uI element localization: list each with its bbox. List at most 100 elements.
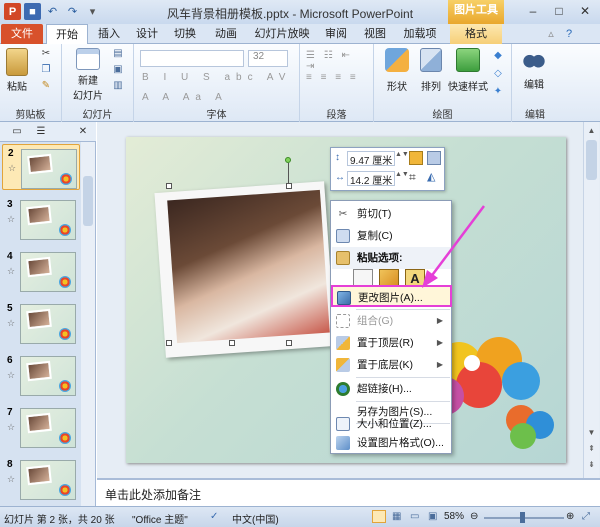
editing-group-label: 编辑 (525, 110, 545, 121)
slides-tab-icon[interactable]: ▭ (8, 124, 26, 140)
selected-photo[interactable] (167, 189, 330, 344)
slide-thumbnail[interactable]: 5 ☆ (2, 300, 80, 346)
resize-handle[interactable] (286, 183, 292, 189)
tab-insert[interactable]: 插入 (92, 24, 126, 44)
tab-addins[interactable]: 加载项 (396, 24, 444, 44)
thumbnail-photo (27, 153, 53, 175)
tab-format[interactable]: 格式 (450, 24, 502, 44)
resize-handle[interactable] (166, 340, 172, 346)
redo-icon[interactable]: ↷ (64, 3, 81, 20)
resize-handle[interactable] (229, 340, 235, 346)
outline-tab-icon[interactable]: ☰ (32, 124, 50, 140)
width-spinner-icon[interactable]: ▲▼ (395, 171, 409, 186)
menu-item-format-picture[interactable]: 设置图片格式(O)... (332, 432, 451, 454)
font-family-combo[interactable] (140, 50, 244, 67)
menu-item-hyperlink[interactable]: 超链接(H)... (332, 378, 451, 400)
spell-check-icon[interactable]: ✓ (210, 511, 218, 522)
maximize-button[interactable]: □ (546, 2, 572, 20)
normal-view-icon[interactable] (372, 510, 386, 523)
thumbnail-pinwheel (59, 432, 71, 444)
slideshow-view-icon[interactable]: ▣ (428, 511, 437, 522)
font-size-combo[interactable]: 32 (248, 50, 288, 67)
tab-view[interactable]: 视图 (358, 24, 392, 44)
shape-button[interactable]: 形状 (380, 48, 414, 93)
close-button[interactable]: ✕ (572, 2, 598, 20)
slide-thumbnail[interactable]: 2 ☆ (2, 144, 80, 190)
font-size-case-buttons[interactable]: A A Aa A (142, 92, 292, 103)
slide-sorter-icon[interactable]: ▦ (392, 511, 401, 522)
section-icon[interactable]: ▥ (110, 80, 126, 91)
new-slide-button[interactable]: 新建 幻灯片 (68, 48, 108, 102)
reading-view-icon[interactable]: ▭ (410, 511, 419, 522)
reset-icon[interactable]: ▣ (110, 64, 126, 75)
scroll-down-icon[interactable]: ▼ (586, 428, 597, 438)
height-field[interactable]: 9.47 厘米 (347, 151, 395, 167)
picture-tools-context-label: 图片工具 (448, 0, 504, 24)
menu-item-group[interactable]: 组合(G) ▶ (332, 310, 451, 332)
tab-file[interactable]: 文件 (1, 24, 43, 44)
customize-qat-icon[interactable]: ▾ (84, 3, 101, 20)
slide-scroll-thumb[interactable] (586, 140, 597, 180)
copy-icon[interactable]: ❐ (38, 64, 54, 78)
tab-home[interactable]: 开始 (46, 24, 88, 45)
font-format-buttons[interactable]: B I U S abc AV (142, 72, 292, 83)
clipboard-group-label: 剪贴板 (15, 110, 46, 121)
crop-icon[interactable]: ⌗ (409, 170, 423, 186)
tab-slideshow[interactable]: 幻灯片放映 (250, 24, 314, 44)
cut-icon[interactable]: ✂ (38, 48, 54, 62)
resize-handle[interactable] (166, 183, 172, 189)
tab-animations[interactable]: 动画 (206, 24, 246, 44)
size-mini-toolbar: ↕ 9.47 厘米 ▲▼ ↔ 14.2 厘米 ▲▼ ⌗ ◭ (330, 147, 445, 191)
resize-handle[interactable] (286, 340, 292, 346)
slide-thumbnail[interactable]: 3 ☆ (2, 196, 80, 242)
send-backward-icon[interactable] (427, 151, 441, 165)
tab-review[interactable]: 审阅 (318, 24, 354, 44)
menu-item-send-to-back[interactable]: 置于底层(K) ▶ (332, 354, 451, 376)
zoom-slider-thumb[interactable] (520, 512, 525, 523)
thumbnail-pinwheel (59, 276, 71, 288)
edit-button[interactable]: 编辑 (518, 48, 550, 91)
shape-effects-icon[interactable]: ✦ (490, 86, 506, 97)
menu-item-bring-to-front[interactable]: 置于顶层(R) ▶ (332, 332, 451, 354)
bring-forward-icon[interactable] (409, 151, 423, 165)
shape-fill-icon[interactable]: ◆ (490, 50, 506, 61)
thumbnail-scroll-thumb[interactable] (83, 176, 93, 226)
slide-thumbnail[interactable]: 4 ☆ (2, 248, 80, 294)
previous-slide-icon[interactable]: ⇞ (586, 444, 597, 454)
fit-to-window-icon[interactable]: ⤢ (582, 511, 590, 522)
tab-transitions[interactable]: 切换 (168, 24, 202, 44)
zoom-out-icon[interactable]: ⊖ (470, 511, 478, 522)
slide-scrollbar[interactable]: ▲ ▼ ⇞ ⇟ (583, 122, 599, 478)
slide-thumbnail[interactable]: 6 ☆ (2, 352, 80, 398)
theme-status[interactable]: "Office 主题" (132, 511, 188, 526)
format-painter-icon[interactable]: ✎ (38, 80, 54, 94)
undo-icon[interactable]: ↶ (44, 3, 61, 20)
next-slide-icon[interactable]: ⇟ (586, 460, 597, 470)
help-icon[interactable]: ? (562, 24, 576, 44)
close-pane-icon[interactable]: ✕ (74, 124, 92, 140)
slide-thumbnail[interactable]: 8 ☆ (2, 456, 80, 502)
list-buttons[interactable]: ☰ ☷ ⇤ ⇥ (306, 50, 368, 72)
thumbnail-scrollbar[interactable] (81, 142, 95, 516)
minimize-button[interactable]: – (520, 2, 546, 20)
slide-thumbnail[interactable]: 7 ☆ (2, 404, 80, 450)
paste-button[interactable]: 粘贴 (4, 48, 30, 93)
quick-style-button[interactable]: 快速样式 (448, 48, 488, 93)
zoom-level[interactable]: 58% (444, 511, 464, 522)
scroll-up-icon[interactable]: ▲ (586, 126, 597, 136)
arrange-button[interactable]: 排列 (416, 48, 446, 93)
height-spinner-icon[interactable]: ▲▼ (395, 151, 409, 166)
language-status[interactable]: 中文(中国) (232, 511, 279, 526)
thumbnail-pinwheel (60, 173, 72, 185)
powerpoint-logo-icon[interactable]: P (4, 3, 21, 20)
minimize-ribbon-icon[interactable]: ▵ (544, 24, 558, 44)
align-buttons[interactable]: ≡ ≡ ≡ ≡ (306, 72, 368, 83)
shape-outline-icon[interactable]: ◇ (490, 68, 506, 79)
save-icon[interactable]: ■ (24, 3, 41, 20)
width-field[interactable]: 14.2 厘米 (347, 171, 395, 187)
layout-icon[interactable]: ▤ (110, 48, 126, 59)
menu-label: 设置图片格式(O)... (357, 437, 444, 449)
zoom-in-icon[interactable]: ⊕ (566, 511, 574, 522)
tab-design[interactable]: 设计 (130, 24, 164, 44)
picture-effects-icon[interactable]: ◭ (427, 170, 443, 186)
